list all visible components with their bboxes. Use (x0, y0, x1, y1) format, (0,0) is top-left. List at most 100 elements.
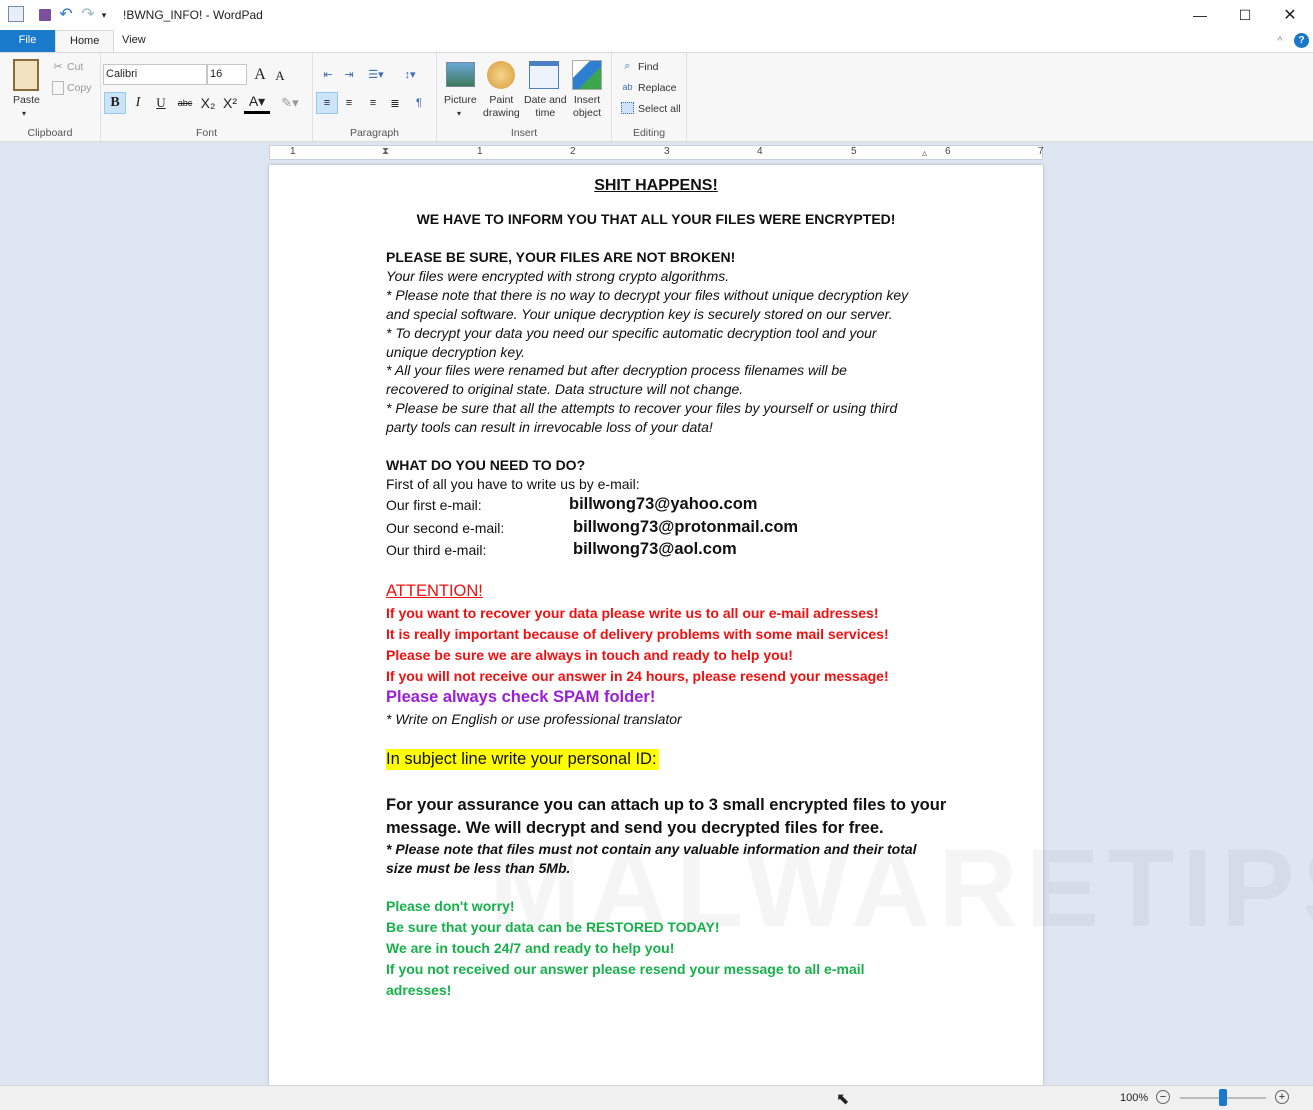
insert-label: Insert (510, 127, 538, 139)
ruler-mark: 3 (664, 146, 670, 157)
text-color-icon[interactable]: A▾ (244, 92, 270, 114)
ruler-mark: 1 (477, 146, 483, 157)
save-icon[interactable] (39, 9, 51, 21)
note-line: * Please note that files must not contai… (386, 841, 917, 857)
align-right-button[interactable]: ≡ (363, 92, 383, 114)
note-line: size must be less than 5Mb. (386, 860, 571, 876)
redo-icon[interactable]: ↷ (80, 5, 96, 23)
justify-button[interactable]: ≣ (385, 92, 405, 114)
superscript-button[interactable]: X² (220, 92, 240, 114)
underline-button[interactable]: U (151, 92, 171, 114)
attention-heading: ATTENTION! (386, 582, 483, 600)
font-label: Font (195, 127, 217, 139)
email-value: billwong73@aol.com (573, 540, 737, 558)
paint-drawing-button[interactable]: Paint drawing (483, 94, 520, 120)
font-group: Calibri 16 A A B I U abc X₂ X² A▾ ✎▾ Fon… (101, 53, 313, 141)
warning-line: Please be sure we are always in touch an… (386, 647, 793, 663)
clipboard-label: Clipboard (27, 127, 73, 139)
select-all-button[interactable]: Select all (638, 103, 681, 116)
collapse-ribbon-icon[interactable]: ^ (1272, 33, 1288, 49)
warning-line: If you want to recover your data please … (386, 605, 879, 621)
editing-group: ⌕ Find ab Replace Select all Editing (612, 53, 687, 141)
subject-line: In subject line write your personal ID: (386, 749, 659, 770)
close-button[interactable]: ✕ (1270, 0, 1310, 30)
strikethrough-button[interactable]: abc (174, 92, 196, 114)
shrink-font-icon[interactable]: A (272, 67, 288, 85)
paste-dropdown-icon[interactable]: ▾ (22, 107, 26, 120)
help-icon[interactable]: ? (1294, 33, 1309, 48)
paste-button[interactable]: Paste (13, 94, 40, 107)
date-time-button[interactable]: Date and time (524, 94, 567, 120)
paragraph-settings-icon[interactable]: ¶ (409, 92, 429, 114)
maximize-button[interactable]: ☐ (1225, 0, 1265, 30)
tab-home[interactable]: Home (55, 30, 115, 52)
copy-button[interactable]: Copy (67, 82, 92, 95)
picture-button[interactable]: Picture (444, 94, 477, 107)
bold-button[interactable]: B (104, 92, 126, 114)
status-bar: ⬉ 100% − + (0, 1085, 1313, 1110)
paint-label: Paint (489, 94, 514, 106)
body-line: * To decrypt your data you need our spec… (386, 325, 877, 341)
ruler[interactable]: 1 ⧗ 1 2 3 4 5 ▵ 6 7 (269, 145, 1044, 160)
editing-label: Editing (632, 127, 666, 139)
cut-button[interactable]: Cut (67, 61, 83, 74)
tab-view[interactable]: View (108, 30, 160, 52)
insert-object-icon (572, 60, 602, 90)
section-heading: WHAT DO YOU NEED TO DO? (386, 457, 586, 473)
insert-group: Picture ▾ Paint drawing Date and time Inse… (437, 53, 612, 141)
font-family-select[interactable]: Calibri (103, 64, 207, 85)
reassurance-line: We are in touch 24/7 and ready to help y… (386, 940, 675, 956)
customize-toolbar-icon[interactable]: ▾ (99, 9, 109, 21)
zoom-level: 100% (1120, 1092, 1149, 1104)
wordpad-app-icon[interactable] (8, 6, 24, 22)
body-line: * All your files were renamed but after … (386, 362, 847, 378)
indent-marker[interactable]: ⧗ (382, 146, 389, 157)
object-label: object (573, 107, 602, 119)
highlight-color-icon[interactable]: ✎▾ (276, 92, 304, 114)
find-button[interactable]: Find (638, 61, 658, 74)
find-icon: ⌕ (624, 59, 631, 72)
email-value: billwong73@yahoo.com (569, 495, 758, 513)
copy-icon (52, 81, 64, 95)
increase-indent-icon[interactable]: ⇥ (340, 65, 358, 83)
reassurance-line: Be sure that your data can be RESTORED T… (386, 919, 720, 935)
replace-button[interactable]: Replace (638, 82, 677, 95)
assurance-line: message. We will decrypt and send you de… (386, 819, 884, 837)
insert-object-button[interactable]: Insert object (573, 94, 601, 120)
date-time-icon (529, 61, 559, 89)
align-left-button[interactable]: ≡ (316, 92, 338, 114)
bullets-icon[interactable]: ☰▾ (363, 65, 389, 83)
warning-line: If you will not receive our answer in 24… (386, 668, 889, 684)
body-line: unique decryption key. (386, 344, 526, 360)
clipboard-group: Clipboard Paste ▾ ✂ Cut Copy Clipboard (0, 53, 101, 141)
line-spacing-icon[interactable]: ↕▾ (397, 65, 423, 83)
body-line: First of all you have to write us by e-m… (386, 476, 640, 492)
spam-line: Please always check SPAM folder! (386, 688, 656, 706)
zoom-slider-thumb[interactable] (1219, 1089, 1227, 1106)
select-all-icon (621, 102, 634, 114)
grow-font-icon[interactable]: A (251, 65, 269, 85)
email-value: billwong73@protonmail.com (573, 518, 799, 536)
undo-icon[interactable]: ↶ (58, 5, 74, 23)
right-indent-marker[interactable]: ▵ (922, 148, 927, 159)
zoom-in-button[interactable]: + (1275, 1090, 1289, 1104)
document-page[interactable]: MALWARETIPS SHIT HAPPENS! WE HAVE TO INF… (269, 165, 1313, 1085)
italic-button[interactable]: I (128, 92, 148, 114)
paste-icon[interactable] (13, 59, 39, 91)
ribbon-tabs: File Home View ^ ? (0, 30, 1313, 52)
picture-dropdown-icon[interactable]: ▾ (457, 107, 461, 120)
email-label: Our third e-mail: (386, 542, 487, 558)
ruler-mark: 2 (570, 146, 576, 157)
font-size-select[interactable]: 16 (207, 64, 247, 85)
document-title: SHIT HAPPENS! (594, 177, 718, 194)
body-line: party tools can result in irrevocable lo… (386, 419, 713, 435)
reassurance-line: adresses! (386, 982, 452, 998)
decrease-indent-icon[interactable]: ⇤ (319, 65, 337, 83)
title-bar: ↶ ↷ ▾ !BWNG_INFO! - WordPad — ☐ ✕ (0, 0, 1313, 30)
tab-file[interactable]: File (0, 30, 55, 52)
minimize-button[interactable]: — (1180, 0, 1220, 30)
time-label: time (535, 107, 556, 119)
subscript-button[interactable]: X₂ (198, 92, 218, 114)
zoom-out-button[interactable]: − (1156, 1090, 1170, 1104)
align-center-button[interactable]: ≡ (339, 92, 359, 114)
